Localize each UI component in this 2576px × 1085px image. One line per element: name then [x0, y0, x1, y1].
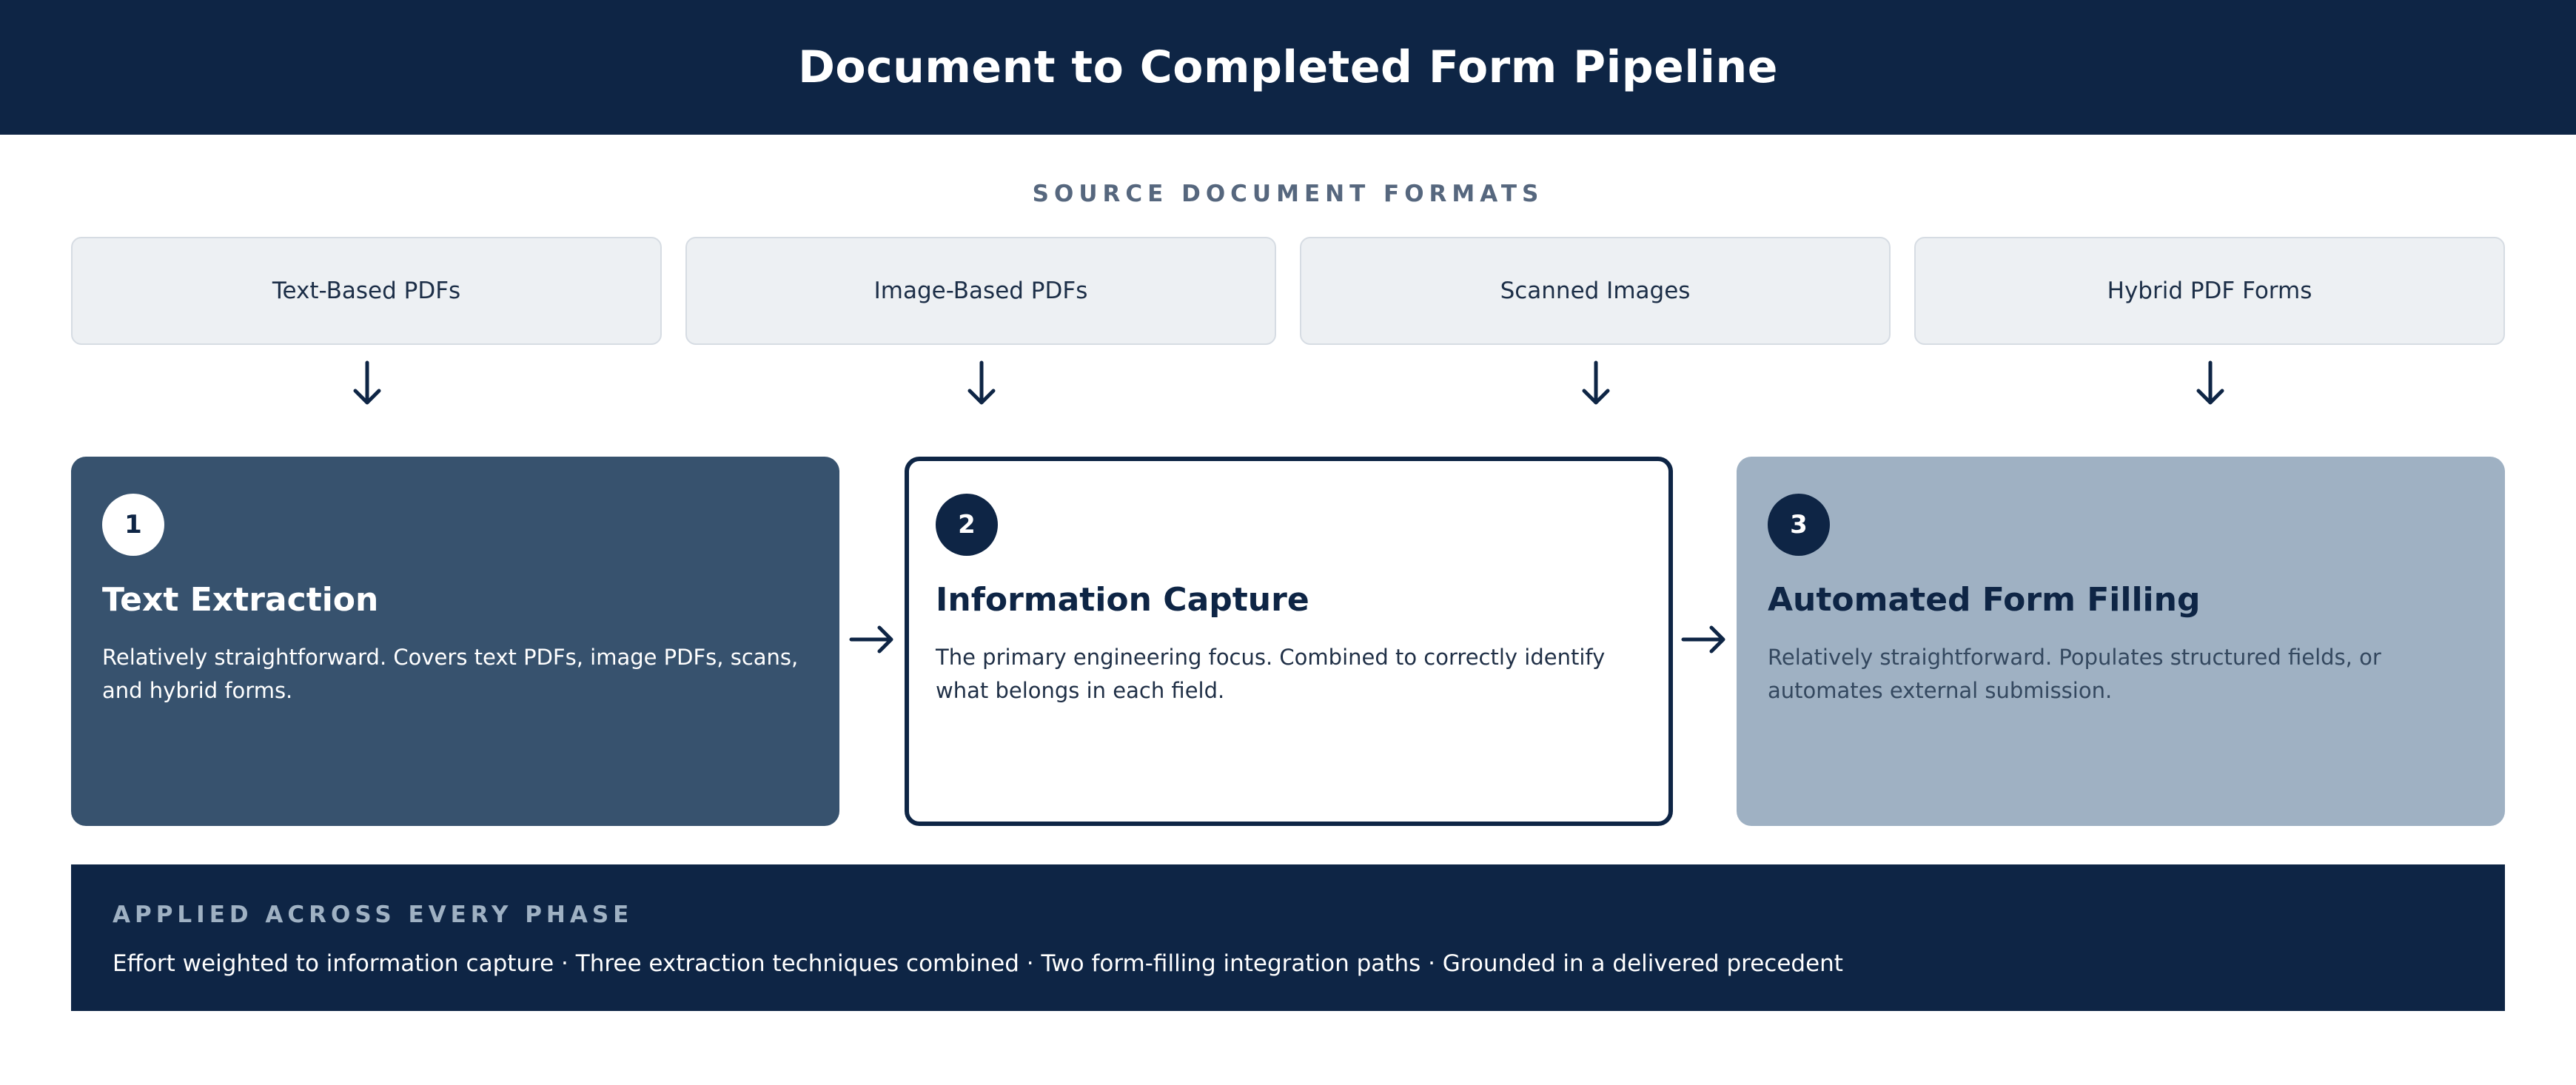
footer-text: Effort weighted to information capture ·…	[113, 950, 1843, 977]
title-banner: Document to Completed Form Pipeline	[0, 0, 2576, 135]
phase-text-extraction: 1 Text Extraction Relatively straightfor…	[71, 457, 839, 826]
footer-label: APPLIED ACROSS EVERY PHASE	[113, 901, 634, 928]
down-arrow-icon	[353, 360, 381, 405]
format-text-based-pdfs: Text-Based PDFs	[71, 237, 662, 345]
down-arrow-icon	[2196, 360, 2224, 405]
down-arrow-icon	[967, 360, 996, 405]
phase-number-badge: 3	[1768, 494, 1830, 556]
page-title: Document to Completed Form Pipeline	[798, 41, 1778, 93]
right-arrow-icon	[1681, 625, 1725, 654]
phase-description: Relatively straightforward. Covers text …	[102, 645, 799, 703]
phase-title: Text Extraction	[102, 581, 379, 619]
format-image-based-pdfs: Image-Based PDFs	[685, 237, 1276, 345]
down-arrow-icon	[1582, 360, 1610, 405]
format-hybrid-pdf-forms: Hybrid PDF Forms	[1914, 237, 2505, 345]
phase-title: Automated Form Filling	[1768, 581, 2201, 619]
phase-description: Relatively straightforward. Populates st…	[1768, 645, 2381, 703]
phase-description: The primary engineering focus. Combined …	[936, 645, 1606, 703]
phase-automated-form-filling: 3 Automated Form Filling Relatively stra…	[1737, 457, 2505, 826]
phase-title: Information Capture	[936, 581, 1309, 619]
applied-across-phases-panel: APPLIED ACROSS EVERY PHASE Effort weight…	[71, 864, 2505, 1011]
source-formats-label: SOURCE DOCUMENT FORMATS	[1032, 181, 1544, 207]
phase-number-badge: 2	[936, 494, 998, 556]
source-formats-row: Text-Based PDFs Image-Based PDFs Scanned…	[71, 237, 2505, 346]
right-arrow-icon	[849, 625, 893, 654]
phase-number-badge: 1	[102, 494, 164, 556]
format-scanned-images: Scanned Images	[1300, 237, 1891, 345]
phase-information-capture: 2 Information Capture The primary engine…	[905, 457, 1673, 826]
